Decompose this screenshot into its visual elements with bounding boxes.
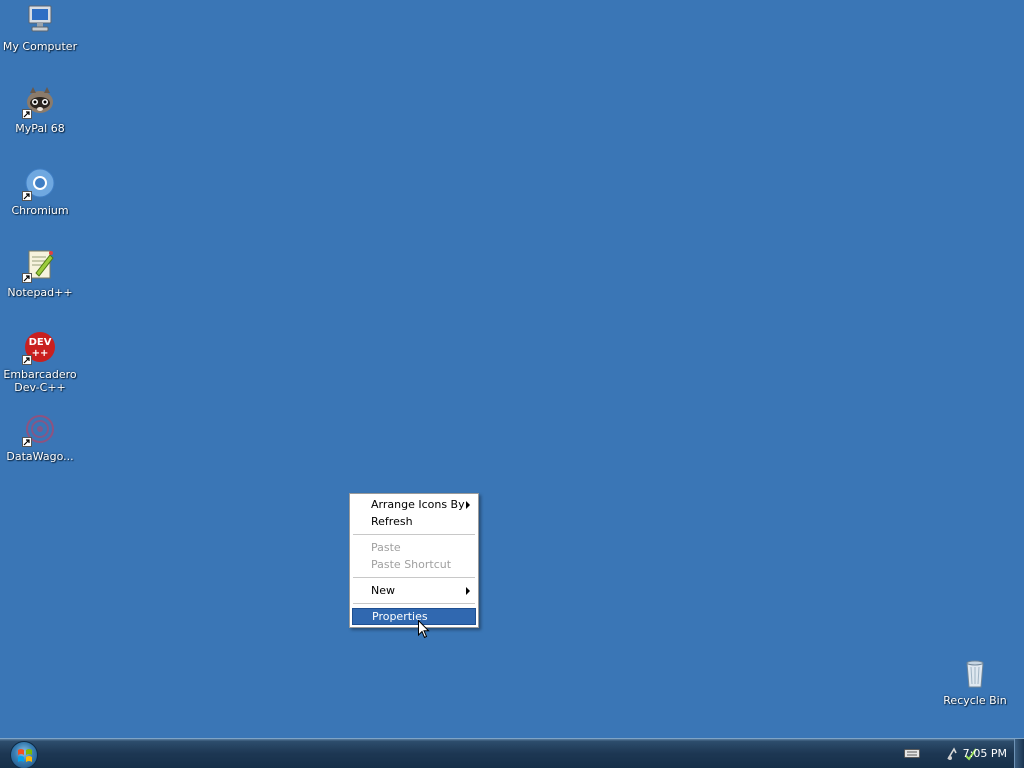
windows-orb-icon (18, 749, 32, 762)
menu-separator (353, 577, 475, 578)
menu-separator (353, 603, 475, 604)
mouse-cursor-icon (418, 619, 430, 639)
desktop-icon-datawagon[interactable]: DataWago... (0, 413, 80, 463)
desktop[interactable]: My Computer MyPal 68 Chromium Notepad++ … (0, 0, 1024, 738)
desktop-icon-my-computer[interactable]: My Computer (0, 3, 80, 53)
menu-item-properties[interactable]: Properties (352, 608, 476, 625)
submenu-arrow-icon (466, 501, 470, 509)
network-icon[interactable] (946, 747, 962, 764)
desktop-icon-mypal[interactable]: MyPal 68 (0, 85, 80, 135)
desktop-icon-label: Notepad++ (7, 286, 73, 299)
menu-item-refresh[interactable]: Refresh (352, 513, 476, 530)
shortcut-arrow-icon (22, 355, 32, 365)
menu-item-label: Paste (371, 541, 401, 554)
desktop-icon-chromium[interactable]: Chromium (0, 167, 80, 217)
shortcut-arrow-icon (22, 273, 32, 283)
dev-cpp-icon: DEV ++ (22, 331, 56, 365)
menu-item-paste-shortcut: Paste Shortcut (352, 556, 476, 573)
desktop-icon-label: Embarcadero Dev-C++ (3, 368, 77, 394)
desktop-icon-label: DataWago... (6, 450, 74, 463)
desktop-icon-recycle-bin[interactable]: Recycle Bin (935, 657, 1015, 707)
chromium-icon (22, 167, 56, 201)
keyboard-icon[interactable] (904, 747, 920, 762)
menu-item-arrange-icons-by[interactable]: Arrange Icons By (352, 496, 476, 513)
desktop-icon-label: Recycle Bin (943, 694, 1007, 707)
mypal-icon (22, 85, 56, 119)
taskbar-clock[interactable]: 7:05 PM (963, 747, 1007, 760)
menu-item-label: Paste Shortcut (371, 558, 452, 571)
desktop-icon-label: Chromium (11, 204, 69, 217)
recycle-bin-icon (959, 657, 991, 689)
menu-separator (353, 534, 475, 535)
datawagon-icon (22, 413, 56, 447)
notepad-plus-plus-icon (22, 249, 56, 283)
system-tray: 7:05 PM (874, 739, 1024, 768)
menu-item-paste: Paste (352, 539, 476, 556)
desktop-context-menu: Arrange Icons By Refresh Paste Paste Sho… (349, 493, 479, 628)
svg-text:++: ++ (32, 348, 49, 359)
computer-icon (24, 3, 56, 35)
menu-item-new[interactable]: New (352, 582, 476, 599)
desktop-icon-notepad-plus-plus[interactable]: Notepad++ (0, 249, 80, 299)
menu-item-label: Arrange Icons By (371, 498, 465, 511)
taskbar: 7:05 PM (0, 738, 1024, 768)
start-button[interactable] (10, 741, 38, 768)
svg-text:DEV: DEV (29, 337, 52, 348)
shortcut-arrow-icon (22, 191, 32, 201)
desktop-icon-dev-cpp[interactable]: DEV ++ Embarcadero Dev-C++ (0, 331, 80, 394)
submenu-arrow-icon (466, 587, 470, 595)
menu-item-label: Refresh (371, 515, 413, 528)
shortcut-arrow-icon (22, 437, 32, 447)
desktop-icon-label: My Computer (2, 40, 78, 53)
desktop-icon-label: MyPal 68 (15, 122, 65, 135)
shortcut-arrow-icon (22, 109, 32, 119)
show-desktop-button[interactable] (1014, 739, 1024, 768)
menu-item-label: New (371, 584, 395, 597)
